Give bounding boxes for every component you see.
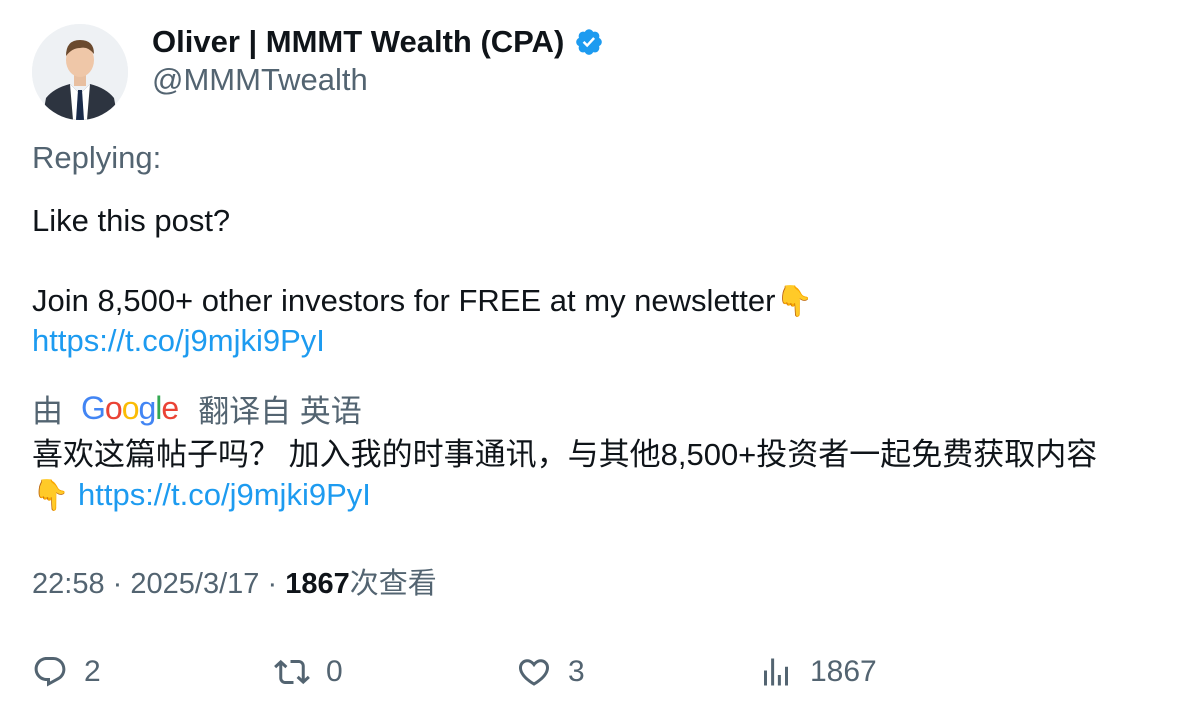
- pointing-down-emoji: 👇: [32, 479, 70, 512]
- meta-separator: ·: [112, 568, 123, 600]
- reply-icon: [34, 657, 66, 687]
- translated-text: 喜欢这篇帖子吗？ 加入我的时事通讯，与其他8,500+投资者一起免费获取内容: [32, 437, 1098, 472]
- author-handle[interactable]: @MMMTwealth: [152, 62, 368, 98]
- action-bar: 2 0 3 1867: [0, 648, 1196, 696]
- repost-icon: [274, 659, 310, 685]
- repost-button[interactable]: 0: [274, 648, 343, 696]
- views-count: 1867: [285, 568, 350, 600]
- tweet-meta: 22:58 · 2025/3/17 · 1867次查看: [32, 564, 437, 604]
- like-count: 3: [568, 655, 585, 688]
- translation-suffix: 翻译自 英语: [198, 393, 362, 429]
- heart-icon: [518, 659, 550, 686]
- views-button[interactable]: 1867: [758, 648, 877, 696]
- tweet-text-line-2: Join 8,500+ other investors for FREE at …: [32, 281, 813, 322]
- translated-text-line-2: 👇 https://t.co/j9mjki9PyI: [32, 475, 371, 516]
- google-logo[interactable]: Google: [81, 390, 179, 427]
- tweet-link[interactable]: https://t.co/j9mjki9PyI: [32, 321, 325, 361]
- like-button[interactable]: 3: [516, 648, 585, 696]
- repost-count: 0: [326, 655, 343, 688]
- avatar-image: [32, 24, 128, 120]
- tweet-time[interactable]: 22:58: [32, 568, 105, 600]
- views-action-count: 1867: [810, 655, 877, 688]
- tweet-text-line-2-text: Join 8,500+ other investors for FREE at …: [32, 283, 776, 318]
- translation-attribution: 由 Google 翻译自 英语: [32, 386, 362, 430]
- tweet-text-line-1: Like this post?: [32, 203, 231, 238]
- views-icon: [764, 658, 788, 686]
- replying-label: Replying:: [32, 140, 162, 175]
- meta-separator: ·: [267, 568, 278, 600]
- translated-link[interactable]: https://t.co/j9mjki9PyI: [78, 477, 371, 512]
- views-label: 次查看: [349, 568, 437, 600]
- reply-count: 2: [84, 655, 101, 688]
- verified-badge-icon[interactable]: [574, 27, 604, 57]
- translation-prefix: 由: [32, 393, 63, 429]
- tweet-date[interactable]: 2025/3/17: [130, 568, 259, 600]
- author-display-name[interactable]: Oliver | MMMT Wealth (CPA): [152, 24, 564, 60]
- avatar[interactable]: [32, 24, 128, 120]
- author-name-row: Oliver | MMMT Wealth (CPA): [152, 22, 604, 62]
- reply-button[interactable]: 2: [32, 648, 101, 696]
- pointing-down-emoji: 👇: [775, 285, 813, 318]
